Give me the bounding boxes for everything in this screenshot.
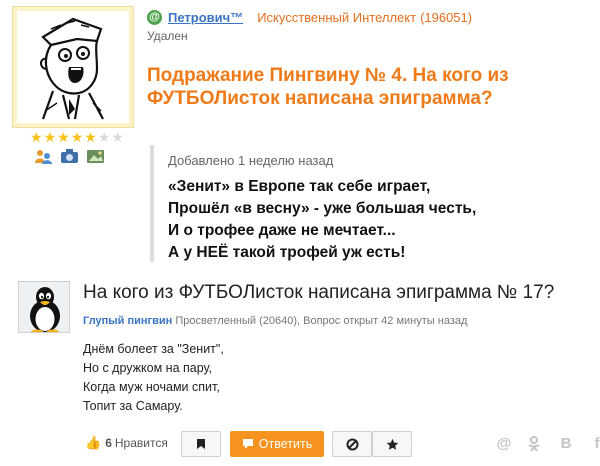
- like-label: Нравится: [114, 436, 168, 450]
- author-avatar-frame[interactable]: [12, 6, 134, 128]
- author-avatar[interactable]: [17, 11, 129, 123]
- question-meta: Глупый пингвин Просветленный (20640), Во…: [83, 315, 467, 327]
- author-score: (196051): [420, 9, 473, 25]
- quote-text: «Зенит» в Европе так себе играет, Прошёл…: [168, 178, 477, 261]
- bookmark-icon: [197, 439, 205, 449]
- achievement-badges: [34, 148, 105, 164]
- camera-badge-icon[interactable]: [60, 148, 79, 164]
- at-sign-icon: @: [147, 9, 162, 25]
- star-icon: [386, 438, 398, 450]
- question-body: Днём болеет за "Зенит", Но с дружком на …: [83, 342, 224, 413]
- star-filled-icon: ★: [57, 129, 71, 145]
- share-vk-icon[interactable]: B: [557, 435, 575, 453]
- quoted-question-title[interactable]: Подражание Пингвину № 4. На кого из ФУТБ…: [147, 64, 567, 110]
- share-odnoklassniki-icon[interactable]: [525, 435, 543, 453]
- question-title: На кого из ФУТБОЛисток написана эпиграмм…: [83, 282, 555, 303]
- share-facebook-icon[interactable]: f: [588, 435, 600, 453]
- quote-block: Добавлено 1 неделю назад «Зенит» в Европ…: [150, 145, 560, 262]
- star-empty-icon: ★: [97, 129, 112, 145]
- thumbs-up-icon: 👍: [85, 435, 102, 450]
- star-empty-icon: ★: [111, 129, 125, 145]
- star-filled-icon: ★: [43, 129, 58, 145]
- star-button[interactable]: [372, 431, 412, 457]
- question-author-link[interactable]: Глупый пингвин: [83, 315, 172, 327]
- people-badge-icon[interactable]: [34, 148, 53, 164]
- like-count: 6: [105, 436, 112, 450]
- star-filled-icon: ★: [30, 129, 44, 145]
- penguin-avatar[interactable]: [18, 281, 70, 333]
- block-button[interactable]: [332, 431, 372, 457]
- author-rank: Искусственный Интеллект: [257, 9, 417, 25]
- star-filled-icon: ★: [70, 129, 85, 145]
- reply-button[interactable]: Ответить: [230, 431, 324, 457]
- quote-added-time: Добавлено 1 неделю назад: [168, 153, 334, 168]
- author-line: @ Петрович™ Искусственный Интеллект (196…: [147, 8, 472, 26]
- action-bar: 👍 6 Нравится Ответить @ B f: [83, 430, 600, 458]
- rating-stars: ★★★★★★★: [30, 130, 125, 144]
- penguin-icon: [19, 282, 69, 332]
- author-name-link[interactable]: Петрович™: [168, 10, 243, 25]
- star-filled-icon: ★: [84, 129, 98, 145]
- share-email-icon[interactable]: @: [495, 435, 513, 453]
- author-status: Удален: [147, 29, 188, 43]
- bookmark-button[interactable]: [181, 431, 221, 457]
- quoted-question: ★★★★★★★ @ Петрович™ Искусственный Интелл…: [0, 0, 600, 262]
- like-button[interactable]: 👍 6 Нравится: [85, 435, 168, 451]
- question-open-time: Вопрос открыт 42 минуты назад: [303, 315, 468, 327]
- comment-icon: [242, 439, 253, 449]
- block-icon: [346, 438, 358, 450]
- question-author-rank: Просветленный (20640),: [175, 315, 301, 327]
- cartoon-face-icon: [40, 17, 104, 120]
- reply-label: Ответить: [258, 437, 313, 451]
- photo-badge-icon[interactable]: [86, 148, 105, 164]
